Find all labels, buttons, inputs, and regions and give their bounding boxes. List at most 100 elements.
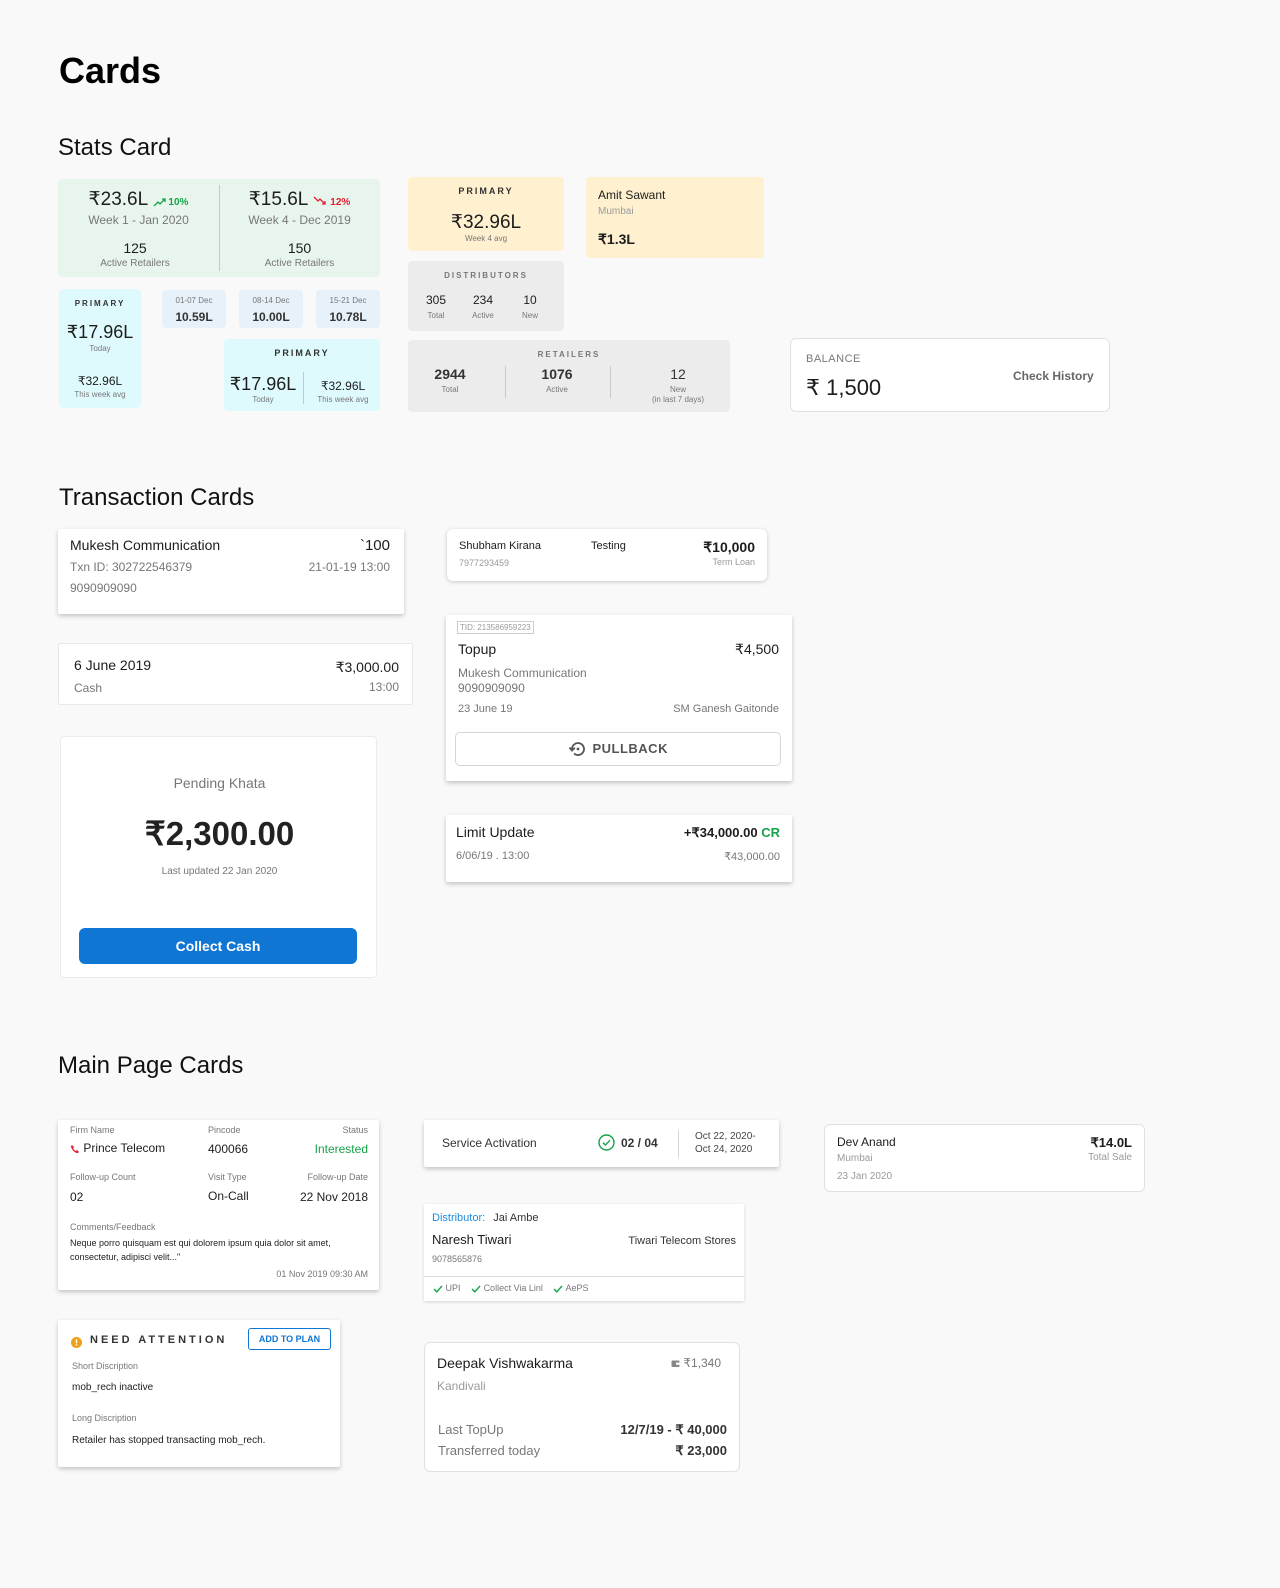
primary-today-card[interactable]: PRIMARY ₹17.96L Today ₹32.96L This week … (59, 289, 141, 408)
primary-compare-avg-value: ₹32.96L (320, 379, 366, 393)
primary-compare-card[interactable]: PRIMARY ₹17.96L Today ₹32.96L This week … (224, 339, 380, 411)
distributor-retailer-card[interactable]: Distributor: Jai Ambe Naresh Tiwari 9078… (424, 1204, 744, 1301)
distributors-card[interactable]: DISTRIBUTORS 305 Total 234 Active 10 New (408, 261, 564, 331)
topup-amount: ₹4,500 (735, 641, 779, 657)
txn-amount: `100 (359, 537, 390, 554)
attention-short-label: Short Discription (72, 1361, 139, 1371)
trend-down-icon (313, 192, 330, 209)
weekly-chip-range: 15-21 Dec (329, 296, 367, 305)
week-compare-card[interactable]: ₹23.6L 10% Week 1 - Jan 2020 125 Active … (58, 179, 380, 277)
service-date-to: Oct 24, 2020 (695, 1144, 753, 1155)
distributors-total-label: Total (427, 311, 445, 320)
lead-vt-label: Visit Type (208, 1172, 247, 1182)
service-activation-card[interactable]: Service Activation 02 / 04 Oct 22, 2020-… (424, 1120, 779, 1167)
lead-card[interactable]: Firm Name Prince Telecom Pincode 400066 … (58, 1120, 379, 1290)
limit-title: Limit Update (456, 824, 535, 840)
feature-collect: Collect Via Linl (483, 1283, 543, 1293)
lead-fd: 22 Nov 2018 (299, 1190, 368, 1204)
loan-transaction-card[interactable]: Shubham Kirana Testing ₹10,000 797729345… (447, 529, 767, 581)
weekly-chip[interactable]: 15-21 Dec 10.78L (316, 290, 380, 328)
weekly-chip-range: 01-07 Dec (175, 296, 213, 305)
add-to-plan-button[interactable]: ADD TO PLAN (248, 1328, 331, 1350)
week-right-delta: 12% (330, 197, 351, 208)
week-left-period: Week 1 - Jan 2020 (88, 213, 189, 227)
lead-fd-label: Follow-up Date (307, 1172, 368, 1182)
retailers-active: 1076 (541, 366, 573, 382)
topup-tid: TID: 213586959223 (457, 621, 534, 634)
deepak-transferred-value: ₹ 23,000 (675, 1443, 727, 1458)
collect-cash-button[interactable]: Collect Cash (79, 928, 357, 964)
txn-time: 21-01-19 13:00 (308, 560, 390, 574)
lead-fc-label: Follow-up Count (70, 1172, 136, 1182)
primary-compare-sub: Today (252, 395, 274, 404)
divider (424, 1276, 744, 1277)
retailer-store: Tiwari Telecom Stores (628, 1235, 736, 1247)
dev-amount: ₹14.0L (1090, 1135, 1132, 1150)
distributors-total: 305 (425, 293, 447, 307)
distributor-label: Distributor: (432, 1212, 486, 1224)
weekly-chip-value: 10.59L (175, 310, 213, 324)
trend-up-icon (153, 197, 169, 208)
pullback-label: PULLBACK (592, 741, 668, 756)
balance-label: BALANCE (806, 353, 861, 365)
primary-today-value: ₹17.96L (66, 322, 134, 342)
khata-amount: ₹2,300.00 (144, 815, 295, 852)
primary-week-sub: Week 4 avg (464, 234, 508, 243)
distributors-active-label: Active (472, 311, 494, 320)
attention-title: NEED ATTENTION (90, 1334, 228, 1346)
need-attention-card[interactable]: NEED ATTENTION ADD TO PLAN Short Discrip… (58, 1320, 340, 1467)
topup-card[interactable]: TID: 213586959223 Topup ₹4,500 Mukesh Co… (446, 615, 792, 781)
lead-status: Interested (314, 1142, 368, 1156)
topup-title: Topup (458, 641, 497, 657)
deepak-name: Deepak Vishwakarma (437, 1355, 573, 1371)
distributor-name: Jai Ambe (493, 1212, 539, 1224)
feature-upi: UPI (445, 1283, 461, 1293)
loan-name: Shubham Kirana (459, 540, 541, 552)
retailers-caption: RETAILERS (537, 350, 601, 359)
loan-phone: 7977293459 (459, 558, 510, 568)
lead-vt: On-Call (208, 1189, 249, 1203)
section-title-transactions: Transaction Cards (59, 484, 255, 511)
topup-sm: SM Ganesh Gaitonde (673, 703, 779, 715)
cash-transaction-card[interactable]: 6 June 2019 ₹3,000.00 Cash 13:00 (58, 643, 413, 705)
distributors-active: 234 (472, 293, 494, 307)
lead-fc: 02 (70, 1190, 84, 1204)
pending-khata-card[interactable]: Pending Khata ₹2,300.00 Last updated 22 … (60, 736, 377, 978)
attention-long-label: Long Discription (72, 1413, 137, 1423)
retailers-card[interactable]: RETAILERS 2944 Total 1076 Active 12 New … (408, 340, 730, 412)
section-title-stats: Stats Card (58, 134, 172, 161)
divider (505, 366, 506, 398)
retailer-phone: 9078565876 (432, 1254, 483, 1264)
distributors-caption: DISTRIBUTORS (444, 271, 528, 280)
lead-firm: Prince Telecom (83, 1141, 166, 1155)
section-title-main: Main Page Cards (58, 1052, 244, 1079)
page-title: Cards (59, 50, 162, 91)
divider (303, 372, 304, 404)
person-stat-card[interactable]: Amit Sawant Mumbai ₹1.3L (586, 177, 764, 258)
cash-time: 13:00 (368, 680, 399, 694)
transaction-card[interactable]: Mukesh Communication `100 Txn ID: 302722… (58, 529, 404, 614)
warning-icon (71, 1334, 82, 1352)
weekly-chip[interactable]: 01-07 Dec 10.59L (162, 290, 226, 328)
week-left-count-label: Active Retailers (100, 258, 170, 269)
cash-amount: ₹3,000.00 (335, 659, 399, 675)
retailers-active-label: Active (546, 385, 568, 394)
check-circle-icon (598, 1134, 615, 1152)
cash-mode: Cash (74, 681, 103, 695)
pullback-button[interactable]: PULLBACK (455, 732, 781, 766)
limit-amount: +₹34,000.00 (683, 825, 758, 840)
deepak-last-topup-label: Last TopUp (438, 1422, 504, 1437)
weekly-chip[interactable]: 08-14 Dec 10.00L (239, 290, 303, 328)
khata-updated: Last updated 22 Jan 2020 (161, 866, 278, 877)
primary-week-value: ₹32.96L (450, 212, 522, 233)
balance-card[interactable]: BALANCE ₹ 1,500 Check History (790, 338, 1110, 412)
txn-id: Txn ID: 302722546379 (70, 560, 193, 574)
sales-person-card[interactable]: Dev Anand ₹14.0L Mumbai Total Sale 23 Ja… (824, 1124, 1145, 1192)
limit-update-card[interactable]: Limit Update +₹34,000.00 CR 6/06/19 . 13… (446, 815, 792, 882)
check-history-link[interactable]: Check History (1013, 369, 1094, 383)
deepak-transferred-label: Transferred today (438, 1443, 541, 1458)
primary-week-card[interactable]: PRIMARY ₹32.96L Week 4 avg (408, 177, 564, 251)
retailer-topup-card[interactable]: Deepak Vishwakarma ₹1,340 Kandivali Last… (424, 1342, 740, 1472)
txn-phone: 9090909090 (70, 581, 137, 595)
deepak-last-topup-value: 12/7/19 - ₹ 40,000 (620, 1422, 727, 1437)
